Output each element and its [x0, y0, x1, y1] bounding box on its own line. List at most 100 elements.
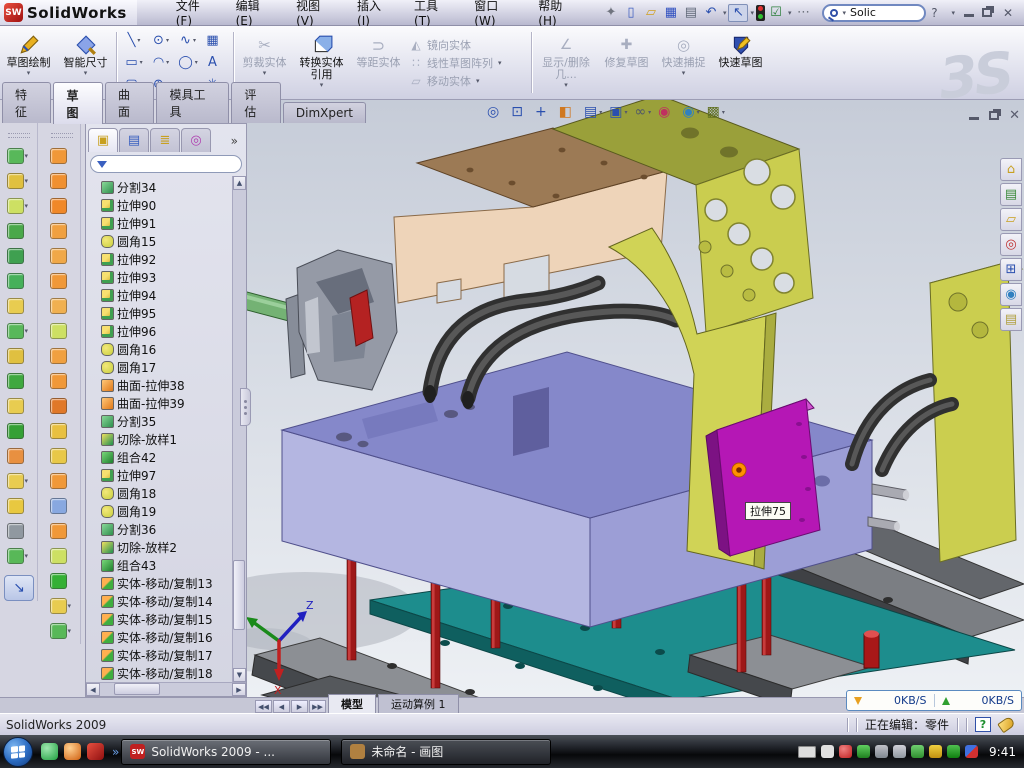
dropdown-arrow-icon[interactable]: ▾ — [648, 109, 651, 116]
dropdown-arrow-icon[interactable]: ▾ — [599, 109, 602, 116]
select-tool-icon[interactable]: ↖ — [728, 4, 748, 22]
feature-tree-item[interactable]: ▷ 曲面-拉伸39 — [90, 394, 232, 412]
dropdown-arrow-icon[interactable]: ▾ — [320, 81, 324, 89]
last-tab-button[interactable]: ▶▶ — [309, 700, 326, 713]
doc-minimize-button[interactable] — [969, 111, 979, 120]
feature-tree-item[interactable]: ▷ 拉伸95 — [90, 304, 232, 322]
input-method-icon[interactable] — [798, 746, 816, 758]
sketch-entity-button[interactable]: ◯▾ — [175, 52, 202, 74]
command-tab[interactable]: DimXpert — [283, 102, 366, 123]
start-button[interactable] — [3, 737, 33, 767]
panel-splitter-handle[interactable] — [240, 388, 251, 426]
taskbar-clock[interactable]: 9:41 — [989, 745, 1016, 759]
scroll-right-button[interactable]: ▶ — [232, 683, 246, 696]
panel-overflow-chevron[interactable]: » — [225, 134, 244, 152]
dropdown-arrow-icon[interactable]: ▾ — [137, 37, 140, 44]
feature-tree-item[interactable]: ▷ 圆角15 — [90, 232, 232, 250]
tag-icon[interactable] — [997, 716, 1016, 734]
command-tab[interactable]: 特征 — [2, 82, 51, 123]
keyboard-icon[interactable] — [821, 745, 834, 758]
feature-tree-item[interactable]: ▷ 拉伸91 — [90, 214, 232, 232]
feature-tree-item[interactable]: ▷ 拉伸90 — [90, 196, 232, 214]
open-icon[interactable]: ▱ — [641, 4, 661, 22]
sketch-entity-button[interactable]: ⊙▾ — [148, 30, 175, 52]
feature-tree-item[interactable]: ▷ 切除-放样2 — [90, 538, 232, 556]
sync-ball-icon[interactable] — [965, 745, 978, 758]
save-icon[interactable]: ▦ — [661, 4, 681, 22]
status-help-icon[interactable]: ? — [975, 717, 991, 732]
feature-tree-item[interactable]: ▷ 圆角18 — [90, 484, 232, 502]
sketch-entity-button[interactable]: ▦▾ — [202, 30, 229, 52]
scroll-down-button[interactable]: ▼ — [233, 668, 246, 682]
rapid-sketch-button[interactable]: 快速草图 — [713, 29, 768, 96]
scroll-up-button[interactable]: ▲ — [233, 176, 246, 190]
sketch-entity-button[interactable]: A▾ — [202, 52, 229, 74]
dropdown-arrow-icon[interactable]: ▾ — [27, 69, 31, 77]
command-tab[interactable]: 草图 — [53, 82, 102, 124]
feature-tree-item[interactable]: ▷ 切除-放样1 — [90, 430, 232, 448]
more-tools-icon[interactable]: ⋯ — [793, 4, 813, 22]
document-tab[interactable]: 模型 — [328, 694, 376, 713]
shield-plus-icon[interactable] — [947, 745, 960, 758]
help-dropdown-icon[interactable]: ▾ — [951, 9, 955, 17]
feature-tree-item[interactable]: ▷ 圆角17 — [90, 358, 232, 376]
print-icon[interactable]: ▤ — [681, 4, 701, 22]
feature-tree-item[interactable]: ▷ 分割35 — [90, 412, 232, 430]
shield-green-icon[interactable] — [857, 745, 870, 758]
sketch-entity-button[interactable]: ▭▾ — [121, 52, 148, 74]
feature-tree-item[interactable]: ▷ 实体-移动/复制13 — [90, 574, 232, 592]
convert-entities-button[interactable]: 转换实体引用 ▾ — [294, 29, 349, 96]
feature-tree-item[interactable]: ▷ 拉伸93 — [90, 268, 232, 286]
feature-tree-item[interactable]: ▷ 曲面-拉伸38 — [90, 376, 232, 394]
pin-icon[interactable]: ✦ — [601, 4, 621, 22]
dropdown-arrow-icon[interactable]: ▾ — [84, 69, 88, 77]
prev-tab-button[interactable]: ◀ — [273, 700, 290, 713]
restore-button[interactable] — [982, 8, 992, 17]
phone-icon[interactable] — [911, 745, 924, 758]
quick-launch-chevron[interactable]: » — [112, 745, 119, 759]
sketch-entity-button[interactable]: ╲▾ — [121, 30, 148, 52]
dropdown-arrow-icon[interactable]: ▾ — [166, 59, 169, 66]
measure-tool-button[interactable]: ↘ — [4, 575, 34, 601]
feature-tree-item[interactable]: ▷ 圆角16 — [90, 340, 232, 358]
feature-tree-item[interactable]: ▷ 实体-移动/复制15 — [90, 610, 232, 628]
feature-tree-item[interactable]: ▷ 分割34 — [90, 178, 232, 196]
suite-icon[interactable] — [64, 743, 81, 760]
dropdown-arrow-icon[interactable]: ▾ — [697, 109, 700, 116]
undo-icon[interactable]: ↶ — [701, 4, 721, 22]
feature-tree-item[interactable]: ▷ 组合43 — [90, 556, 232, 574]
search-dropdown-icon[interactable]: ▾ — [842, 9, 846, 17]
first-tab-button[interactable]: ◀◀ — [255, 700, 272, 713]
scroll-track[interactable] — [100, 683, 232, 696]
doc-restore-button[interactable] — [989, 111, 999, 120]
close-button[interactable]: ✕ — [1000, 6, 1016, 20]
feature-tree-item[interactable]: ▷ 实体-移动/复制18 — [90, 664, 232, 682]
document-tab[interactable]: 运动算例 1 — [378, 694, 459, 713]
sketch-entity-button[interactable]: ◠▾ — [148, 52, 175, 74]
feature-tree-item[interactable]: ▷ 拉伸97 — [90, 466, 232, 484]
tree-horizontal-scrollbar[interactable]: ◀ ▶ — [86, 682, 246, 696]
doc-close-button[interactable]: ✕ — [1009, 108, 1020, 123]
scroll-left-button[interactable]: ◀ — [86, 683, 100, 696]
feature-tree-item[interactable]: ▷ 组合42 — [90, 448, 232, 466]
search-input[interactable]: Solic — [850, 6, 876, 19]
feature-tree-item[interactable]: ▷ 拉伸94 — [90, 286, 232, 304]
scroll-thumb[interactable] — [114, 683, 160, 695]
dropdown-arrow-icon[interactable]: ▾ — [788, 9, 792, 17]
dropdown-arrow-icon[interactable]: ▾ — [750, 9, 754, 17]
taskbar-app-button[interactable]: SW SolidWorks 2009 - ... — [121, 739, 331, 765]
feature-tree-item[interactable]: ▷ 实体-移动/复制14 — [90, 592, 232, 610]
taskbar-app-button[interactable]: 未命名 - 画图 — [341, 739, 551, 765]
feature-tree-item[interactable]: ▷ 拉伸92 — [90, 250, 232, 268]
scroll-track[interactable] — [233, 190, 246, 668]
dropdown-arrow-icon[interactable]: ▾ — [722, 109, 725, 116]
dropdown-arrow-icon[interactable]: ▾ — [140, 59, 143, 66]
feature-tree-item[interactable]: ▷ 分割36 — [90, 520, 232, 538]
next-tab-button[interactable]: ▶ — [291, 700, 308, 713]
dropdown-arrow-icon[interactable]: ▾ — [723, 9, 727, 17]
volume-icon[interactable] — [893, 745, 906, 758]
feature-tree-item[interactable]: ▷ 实体-移动/复制17 — [90, 646, 232, 664]
dropdown-arrow-icon[interactable]: ▾ — [624, 109, 627, 116]
scroll-thumb[interactable] — [233, 560, 245, 630]
feature-tree-item[interactable]: ▷ 拉伸96 — [90, 322, 232, 340]
